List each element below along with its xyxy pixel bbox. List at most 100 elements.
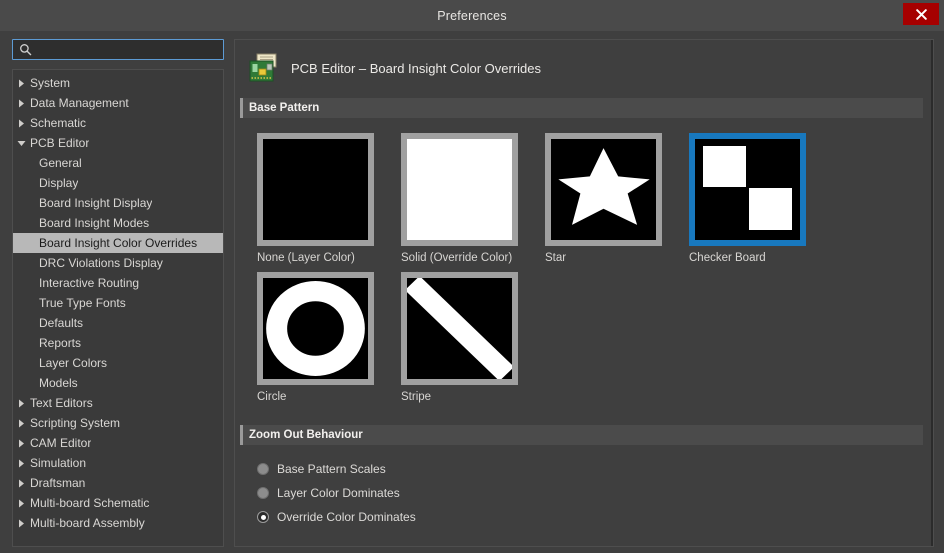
- pattern-swatch[interactable]: [401, 133, 518, 246]
- navigation-pane: System Data Management Schematic PCB Editor…: [0, 31, 232, 553]
- search-input[interactable]: [37, 43, 217, 56]
- window-title: Preferences: [437, 8, 507, 23]
- chevron-right-icon[interactable]: [13, 99, 29, 108]
- tree-item-drc-violations-display[interactable]: DRC Violations Display: [13, 253, 223, 273]
- tree-item-label: Multi-board Schematic: [30, 496, 150, 510]
- close-icon: [915, 8, 927, 20]
- chevron-right-icon[interactable]: [13, 479, 29, 488]
- tree-item-label: Board Insight Color Overrides: [39, 236, 198, 250]
- tree-item-data-management[interactable]: Data Management: [13, 93, 223, 113]
- search-icon: [20, 44, 32, 56]
- tree-item-models[interactable]: Models: [13, 373, 223, 393]
- pattern-swatch[interactable]: [401, 272, 518, 385]
- window-body: System Data Management Schematic PCB Editor…: [0, 31, 944, 553]
- chevron-right-icon[interactable]: [13, 439, 29, 448]
- tree-item-label: Models: [39, 376, 78, 390]
- tree-item-label: Draftsman: [30, 476, 86, 490]
- tree-item-draftsman[interactable]: Draftsman: [13, 473, 223, 493]
- tree-item-board-insight-modes[interactable]: Board Insight Modes: [13, 213, 223, 233]
- pane-divider: [931, 40, 933, 546]
- tree-item-label: Defaults: [39, 316, 84, 330]
- tree-item-layer-colors[interactable]: Layer Colors: [13, 353, 223, 373]
- base-pattern-grid[interactable]: None (Layer Color) Solid (Override Color)…: [235, 118, 933, 411]
- tree-item-multi-board-assembly[interactable]: Multi-board Assembly: [13, 513, 223, 533]
- pattern-label: Solid (Override Color): [401, 252, 513, 264]
- tree-item-label: Scripting System: [30, 416, 121, 430]
- chevron-right-icon[interactable]: [13, 459, 29, 468]
- tree-item-label: DRC Violations Display: [39, 256, 163, 270]
- tree-item-general[interactable]: General: [13, 153, 223, 173]
- pattern-option-checker[interactable]: Checker Board: [689, 133, 833, 264]
- tree-item-label: Board Insight Display: [39, 196, 153, 210]
- pattern-option-circle[interactable]: Circle: [257, 272, 401, 403]
- pattern-option-stripe[interactable]: Stripe: [401, 272, 545, 403]
- tree-item-scripting-system[interactable]: Scripting System: [13, 413, 223, 433]
- tree-item-board-insight-color-overrides[interactable]: Board Insight Color Overrides: [13, 233, 223, 253]
- pattern-swatch[interactable]: [257, 272, 374, 385]
- radio-layer-color-dominates[interactable]: Layer Color Dominates: [257, 481, 933, 505]
- tree-item-label: Data Management: [30, 96, 129, 110]
- zoom-out-radio-group[interactable]: Base Pattern Scales Layer Color Dominates…: [235, 445, 933, 529]
- tree-item-system[interactable]: System: [13, 73, 223, 93]
- swatch-solid: [407, 139, 512, 240]
- radio-button-icon[interactable]: [257, 463, 269, 475]
- search-box[interactable]: [12, 39, 224, 60]
- radio-button-icon[interactable]: [257, 511, 269, 523]
- radio-label: Override Color Dominates: [277, 510, 416, 524]
- close-button[interactable]: [903, 3, 939, 25]
- pattern-option-none[interactable]: None (Layer Color): [257, 133, 401, 264]
- tree-item-label: System: [30, 76, 71, 90]
- pattern-label: Star: [545, 252, 567, 264]
- tree-item-pcb-editor[interactable]: PCB Editor: [13, 133, 223, 153]
- tree-item-cam-editor[interactable]: CAM Editor: [13, 433, 223, 453]
- tree-item-schematic[interactable]: Schematic: [13, 113, 223, 133]
- tree-item-simulation[interactable]: Simulation: [13, 453, 223, 473]
- tree-item-interactive-routing[interactable]: Interactive Routing: [13, 273, 223, 293]
- swatch-circle: [263, 278, 368, 379]
- tree-item-reports[interactable]: Reports: [13, 333, 223, 353]
- pattern-label: Stripe: [401, 391, 432, 403]
- pattern-swatch[interactable]: [689, 133, 806, 246]
- tree-item-label: Reports: [39, 336, 82, 350]
- chevron-right-icon[interactable]: [13, 399, 29, 408]
- pattern-label: Circle: [257, 391, 287, 403]
- pattern-swatch[interactable]: [257, 133, 374, 246]
- tree-item-label: Display: [39, 176, 79, 190]
- pattern-option-star[interactable]: Star: [545, 133, 689, 264]
- chevron-right-icon[interactable]: [13, 119, 29, 128]
- radio-button-icon[interactable]: [257, 487, 269, 499]
- tree-item-board-insight-display[interactable]: Board Insight Display: [13, 193, 223, 213]
- pattern-label: None (Layer Color): [257, 252, 355, 264]
- pcb-board-icon: [249, 53, 277, 82]
- pattern-swatch[interactable]: [545, 133, 662, 246]
- swatch-star: [551, 139, 656, 240]
- tree-item-label: Text Editors: [30, 396, 93, 410]
- tree-item-true-type-fonts[interactable]: True Type Fonts: [13, 293, 223, 313]
- radio-override-color-dominates[interactable]: Override Color Dominates: [257, 505, 933, 529]
- tree-item-defaults[interactable]: Defaults: [13, 313, 223, 333]
- chevron-down-icon[interactable]: [13, 140, 29, 147]
- page-title: PCB Editor – Board Insight Color Overrid…: [291, 60, 541, 76]
- tree-item-label: CAM Editor: [30, 436, 92, 450]
- tree-item-label: Board Insight Modes: [39, 216, 150, 230]
- radio-base-pattern-scales[interactable]: Base Pattern Scales: [257, 457, 933, 481]
- tree-item-text-editors[interactable]: Text Editors: [13, 393, 223, 413]
- tree-item-display[interactable]: Display: [13, 173, 223, 193]
- chevron-right-icon[interactable]: [13, 519, 29, 528]
- chevron-right-icon[interactable]: [13, 499, 29, 508]
- chevron-right-icon[interactable]: [13, 419, 29, 428]
- chevron-right-icon[interactable]: [13, 79, 29, 88]
- tree-item-label: Schematic: [30, 116, 87, 130]
- tree-item-label: Simulation: [30, 456, 87, 470]
- swatch-none: [263, 139, 368, 240]
- tree-item-label: Interactive Routing: [39, 276, 140, 290]
- preferences-window: Preferences System Data Management Schemat…: [0, 0, 944, 553]
- preferences-tree[interactable]: System Data Management Schematic PCB Editor…: [12, 69, 224, 547]
- tree-item-label: PCB Editor: [30, 136, 90, 150]
- tree-item-label: Multi-board Assembly: [30, 516, 145, 530]
- pattern-option-solid[interactable]: Solid (Override Color): [401, 133, 545, 264]
- zoom-out-section-header: Zoom Out Behaviour: [240, 425, 923, 445]
- settings-pane: PCB Editor – Board Insight Color Overrid…: [234, 39, 934, 547]
- tree-item-multi-board-schematic[interactable]: Multi-board Schematic: [13, 493, 223, 513]
- zoom-out-behaviour-section: Zoom Out Behaviour Base Pattern Scales La…: [235, 425, 933, 529]
